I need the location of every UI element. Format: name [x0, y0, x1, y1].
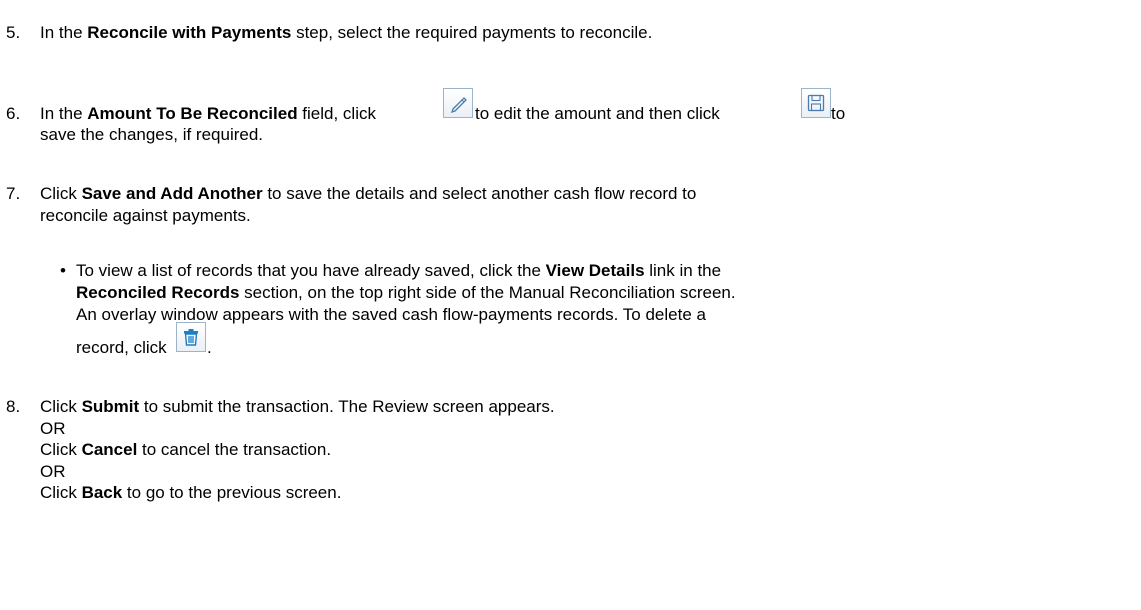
text: In the	[40, 23, 88, 42]
bullet-text: To view a list of records that you have …	[76, 259, 721, 283]
text: to cancel the transaction.	[137, 440, 332, 459]
text: To view a list of records that you have …	[76, 261, 546, 280]
text: to save the details and select another c…	[262, 184, 697, 203]
step-text: Click Save and Add Another to save the d…	[40, 182, 696, 206]
text: section, on the top right side of the Ma…	[239, 283, 736, 302]
step-number: 7.	[6, 184, 21, 203]
text: Click	[40, 440, 82, 459]
ui-term: Reconcile with Payments	[87, 23, 292, 42]
ui-term: Reconciled Records	[76, 283, 240, 302]
ui-term: Amount To Be Reconciled	[87, 104, 298, 123]
ui-term: Submit	[81, 397, 140, 416]
ui-term: Back	[81, 483, 123, 502]
bullet-text-end: .	[207, 338, 212, 357]
step-text-line2: save the changes, if required.	[40, 125, 264, 144]
text: field, click	[297, 104, 376, 123]
step-number: 6.	[6, 104, 21, 123]
step-number: 5.	[6, 23, 21, 42]
text: In the	[40, 104, 88, 123]
text: Click	[40, 397, 82, 416]
text: to go to the previous screen.	[122, 483, 342, 502]
bullet-text-line3: An overlay window appears with the saved…	[76, 305, 706, 324]
text: Click	[40, 184, 82, 203]
ui-term: Save and Add Another	[81, 184, 263, 203]
text: step, select the required payments to re…	[291, 23, 653, 42]
step-text-continued: to edit the amount and then click	[475, 104, 720, 123]
step-text: In the Reconcile with Payments step, sel…	[40, 21, 652, 45]
pencil-edit-icon	[443, 88, 473, 118]
step-text-alt1: Click Cancel to cancel the transaction.	[40, 438, 331, 462]
trash-delete-icon	[176, 322, 206, 352]
step-text: Click Submit to submit the transaction. …	[40, 395, 555, 419]
step-text-line2: reconcile against payments.	[40, 206, 251, 225]
step-text-alt2: Click Back to go to the previous screen.	[40, 481, 341, 505]
step-text-end: to	[831, 104, 846, 123]
bullet-text-line4: record, click	[76, 338, 167, 357]
bullet-symbol: •	[60, 261, 66, 280]
text: Click	[40, 483, 82, 502]
floppy-save-icon	[801, 88, 831, 118]
ui-term: Cancel	[81, 440, 138, 459]
text: to submit the transaction. The Review sc…	[139, 397, 555, 416]
text: link in the	[644, 261, 722, 280]
bullet-text-line2: Reconciled Records section, on the top r…	[76, 281, 736, 305]
step-number: 8.	[6, 397, 21, 416]
ui-term: View Details	[545, 261, 645, 280]
